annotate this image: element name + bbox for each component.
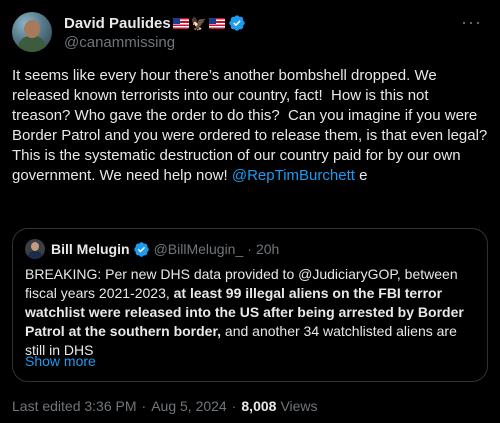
quoted-timestamp: 20h — [255, 241, 280, 257]
quoted-author-handle: @BillMelugin_ — [153, 241, 244, 257]
quoted-tweet-header: Bill Melugin @BillMelugin_ · 20h — [25, 239, 279, 259]
author-name-row: David Paulides 🦅 — [64, 13, 246, 33]
author-info: David Paulides 🦅 @canammissing — [64, 13, 246, 51]
quoted-author-name: Bill Melugin — [51, 241, 130, 257]
mention-link[interactable]: @RepTimBurchett — [232, 167, 355, 184]
verified-badge-icon — [229, 15, 245, 31]
us-flag-icon — [172, 17, 189, 29]
author-avatar[interactable] — [12, 12, 52, 52]
last-edited-time[interactable]: Last edited 3:36 PM — [12, 398, 137, 414]
author-handle[interactable]: @canammissing — [64, 34, 246, 51]
footer-separator: · — [231, 398, 237, 414]
quoted-tweet-card[interactable]: Bill Melugin @BillMelugin_ · 20h BREAKIN… — [12, 228, 488, 382]
verified-badge-icon — [133, 241, 149, 257]
tweet-text: It seems like every hour there’s another… — [12, 66, 490, 186]
author-display-name[interactable]: David Paulides — [64, 15, 171, 32]
tweet-footer: Last edited 3:36 PM · Aug 5, 2024 · 8,00… — [12, 398, 318, 414]
tweet-header: David Paulides 🦅 @canammissing ··· — [12, 12, 488, 56]
quoted-separator: · — [247, 241, 252, 257]
tweet-text-paragraph-1: It seems like every hour there’s another… — [12, 67, 488, 144]
eagle-icon: 🦅 — [190, 15, 207, 31]
views-label: Views — [280, 398, 318, 414]
show-more-link[interactable]: Show more — [25, 353, 96, 369]
footer-separator: · — [141, 398, 147, 414]
quoted-tweet-text: BREAKING: Per new DHS data provided to @… — [25, 265, 479, 360]
tweet-text-suffix: e — [354, 167, 368, 184]
views-count: 8,008 — [241, 398, 277, 414]
post-date[interactable]: Aug 5, 2024 — [151, 398, 227, 414]
quoted-author-avatar — [25, 239, 45, 259]
more-options-icon[interactable]: ··· — [461, 12, 482, 33]
us-flag-icon — [208, 17, 225, 29]
